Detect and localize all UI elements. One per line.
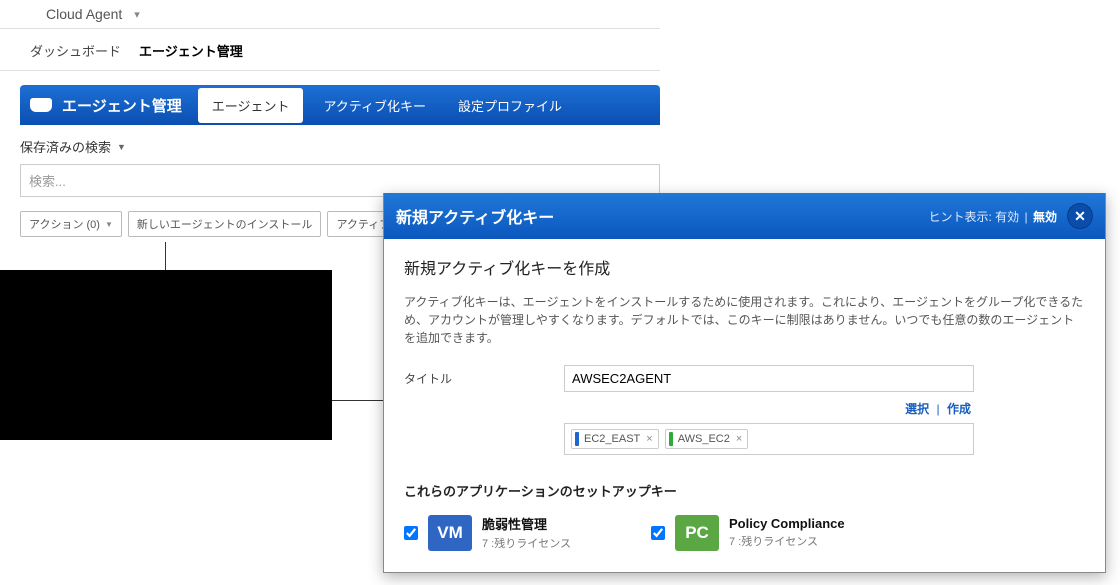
management-title: エージェント管理: [62, 95, 182, 116]
tags-input[interactable]: EC2_EAST × AWS_EC2 ×: [564, 423, 974, 455]
search-placeholder: 検索...: [29, 174, 66, 189]
tag-aws-ec2[interactable]: AWS_EC2 ×: [665, 429, 749, 449]
pc-checkbox[interactable]: [651, 526, 665, 540]
new-activation-key-modal: 新規アクティブ化キー ヒント表示: 有効 | 無効 ✕ 新規アクティブ化キーを作…: [383, 193, 1106, 573]
remove-tag-icon[interactable]: ×: [646, 433, 652, 445]
agent-icon: [30, 98, 52, 112]
install-new-agent-button[interactable]: 新しいエージェントのインストール: [128, 211, 322, 237]
tab-dashboard[interactable]: ダッシュボード: [30, 41, 121, 60]
app-selector-label: Cloud Agent: [46, 6, 122, 22]
chevron-down-icon: ▼: [117, 142, 126, 152]
hint-label: ヒント表示:: [928, 210, 991, 224]
callout-box: [0, 270, 332, 440]
subtab-activation-key[interactable]: アクティブ化キー: [309, 88, 440, 123]
chevron-down-icon: ▾: [134, 8, 140, 21]
hint-off: 無効: [1033, 210, 1057, 224]
subtab-agent[interactable]: エージェント: [198, 88, 304, 123]
actions-label: アクション (0): [29, 216, 100, 232]
tag-color-icon: [669, 432, 673, 446]
vm-icon: VM: [428, 515, 472, 551]
tag-ec2-east[interactable]: EC2_EAST ×: [571, 429, 659, 449]
remove-tag-icon[interactable]: ×: [736, 433, 742, 445]
modal-body: 新規アクティブ化キーを作成 アクティブ化キーは、エージェントをインストールするた…: [384, 239, 1105, 567]
apps-row: VM 脆弱性管理 7 :残りライセンス PC Policy Compliance…: [404, 514, 1085, 551]
modal-description: アクティブ化キーは、エージェントをインストールするために使用されます。これにより…: [404, 293, 1085, 347]
select-link[interactable]: 選択: [905, 402, 929, 416]
pc-license-remaining: 7 :残りライセンス: [729, 533, 845, 549]
hint-toggle[interactable]: ヒント表示: 有効 | 無効: [928, 208, 1057, 225]
tab-agent-management[interactable]: エージェント管理: [139, 41, 243, 60]
hint-on: 有効: [995, 210, 1019, 224]
tag-color-icon: [575, 432, 579, 446]
actions-dropdown-button[interactable]: アクション (0) ▼: [20, 211, 122, 237]
saved-search-dropdown[interactable]: 保存済みの検索 ▼: [20, 137, 1100, 156]
title-input[interactable]: [564, 365, 974, 392]
modal-heading: 新規アクティブ化キーを作成: [404, 255, 1085, 279]
select-create-links: 選択 | 作成: [404, 400, 1085, 417]
tag-label: EC2_EAST: [584, 433, 640, 445]
connector-line: [165, 242, 166, 270]
app-vm: VM 脆弱性管理 7 :残りライセンス: [404, 514, 571, 551]
connector-line: [332, 400, 384, 401]
saved-search-label: 保存済みの検索: [20, 137, 111, 156]
app-selector[interactable]: Cloud Agent ▾: [0, 0, 660, 29]
management-bar: エージェント管理 エージェント アクティブ化キー 設定プロファイル: [20, 85, 660, 125]
close-icon: ✕: [1074, 208, 1086, 225]
pc-name: Policy Compliance: [729, 516, 845, 531]
modal-title: 新規アクティブ化キー: [396, 204, 928, 228]
vm-license-remaining: 7 :残りライセンス: [482, 535, 571, 551]
apps-heading: これらのアプリケーションのセットアップキー: [404, 481, 1085, 500]
app-pc: PC Policy Compliance 7 :残りライセンス: [651, 514, 845, 551]
nav-tabs: ダッシュボード エージェント管理: [0, 29, 660, 71]
create-link[interactable]: 作成: [947, 402, 971, 416]
title-row: タイトル: [404, 365, 1085, 392]
chevron-down-icon: ▼: [105, 220, 113, 229]
vm-name: 脆弱性管理: [482, 514, 571, 533]
close-button[interactable]: ✕: [1067, 203, 1093, 229]
pc-icon: PC: [675, 515, 719, 551]
modal-header: 新規アクティブ化キー ヒント表示: 有効 | 無効 ✕: [384, 193, 1105, 239]
title-label: タイトル: [404, 370, 564, 387]
tag-label: AWS_EC2: [678, 433, 730, 445]
vm-checkbox[interactable]: [404, 526, 418, 540]
subtab-config-profile[interactable]: 設定プロファイル: [444, 88, 576, 123]
